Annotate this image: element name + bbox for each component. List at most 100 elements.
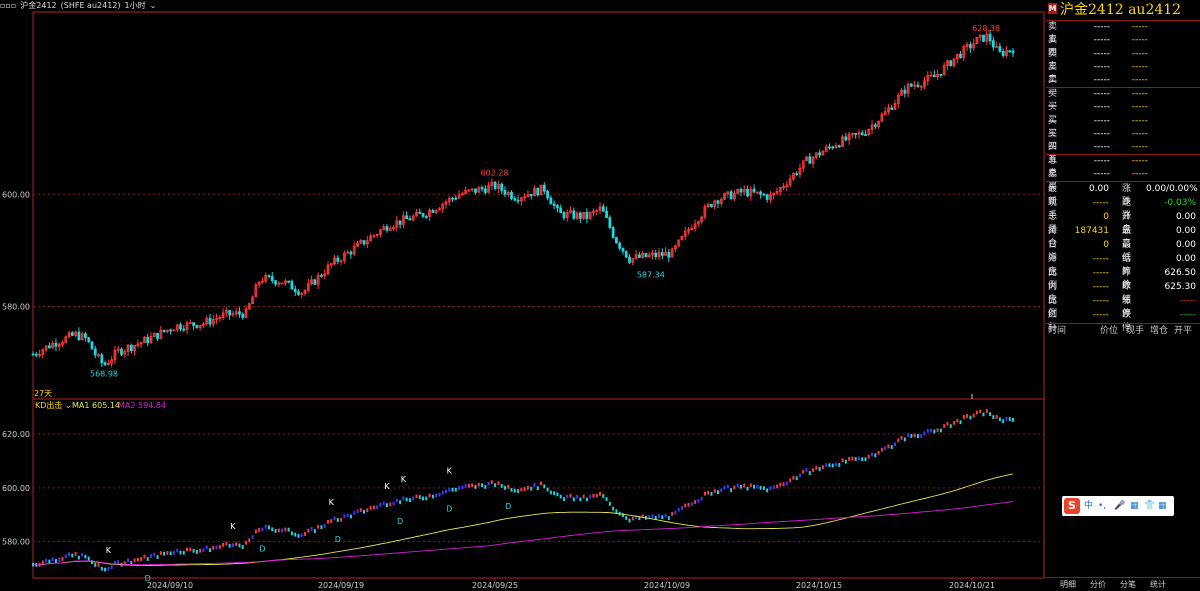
exchange-code: (SHFE au2412) — [60, 1, 121, 10]
indicator-bar — [503, 485, 506, 490]
indicator-bar — [235, 542, 238, 547]
indicator-bar — [307, 528, 310, 533]
ma2-legend: MA2 594.84 — [118, 401, 166, 410]
indicator-bar — [507, 484, 510, 489]
indicator-bar — [946, 421, 949, 426]
tick-list-header: 时间 价位 现手 增仓 开平 — [1046, 325, 1200, 337]
chevron-down-icon[interactable]: ⌄ — [150, 1, 157, 10]
divider — [1046, 323, 1200, 324]
candle-body — [418, 211, 422, 214]
candle-body — [624, 250, 628, 258]
indicator-bar — [844, 459, 847, 464]
kd-signal-label: D — [335, 535, 341, 544]
indicator-bar — [913, 433, 916, 438]
candle-body — [270, 276, 274, 282]
tab-price-distribution[interactable]: 分价 — [1090, 578, 1106, 591]
indicator-bar — [671, 512, 674, 516]
candle-body — [516, 199, 520, 202]
indicator-bar — [871, 452, 874, 457]
divider — [1046, 20, 1200, 21]
indicator-bar — [900, 435, 903, 440]
candle-body — [982, 34, 985, 42]
tab-tick-by-tick[interactable]: 分笔 — [1120, 578, 1136, 591]
indicator-bar — [592, 493, 595, 498]
ime-toolbar[interactable]: S 中 •, 🎤 ▦ 👕 ▦ — [1062, 496, 1174, 516]
indicator-bar — [753, 484, 756, 489]
indicator-bar — [297, 533, 300, 538]
indicator-bar — [887, 444, 890, 449]
kd-signal-label: D — [446, 505, 452, 514]
indicator-bar — [104, 567, 107, 572]
level-price: ----- — [1093, 142, 1110, 153]
indicator-bar — [930, 428, 933, 433]
indicator-bar — [356, 509, 359, 514]
level-volume: ----- — [1131, 22, 1148, 32]
indicator-bar — [841, 458, 844, 463]
indicator-bar — [743, 483, 746, 488]
indicator-bar — [107, 567, 110, 571]
indicator-bar — [526, 486, 529, 490]
indicator-bar — [77, 555, 80, 560]
level-price: ----- — [1093, 89, 1110, 99]
indicator-bar — [333, 516, 336, 521]
tick-header-volume: 现手 — [1126, 326, 1145, 336]
indicator-bar — [186, 547, 189, 552]
candle-body — [70, 332, 74, 336]
x-tick-label: 2024/10/15 — [796, 581, 842, 590]
indicator-bar — [274, 529, 277, 533]
skin-icon[interactable]: 👕 — [1144, 499, 1155, 513]
low-price-label: 568.98 — [90, 369, 118, 378]
level-volume: ----- — [1131, 61, 1148, 72]
candle-body — [293, 288, 297, 293]
indicator-bar — [209, 548, 211, 553]
indicator-bar — [215, 545, 218, 550]
candle-body — [959, 53, 962, 58]
punctuation-icon[interactable]: •, — [1098, 499, 1106, 513]
indicator-bar — [425, 496, 428, 501]
view-mode-icon[interactable]: ▫▫▫ — [0, 1, 16, 10]
indicator-bar — [346, 513, 349, 518]
candle-body — [546, 190, 549, 199]
indicator-bar — [435, 493, 438, 498]
candle-body — [611, 227, 615, 238]
indicator-bar — [536, 486, 539, 491]
candle-body — [844, 136, 848, 141]
candle-body — [667, 251, 671, 258]
tab-statistics[interactable]: 统计 — [1150, 578, 1166, 591]
toolbox-icon[interactable]: ▦ — [1158, 499, 1167, 513]
indicator-bar — [815, 466, 818, 470]
kline-chart[interactable]: 580.00 600.00 580.00 600.00 620.00 2024/09/10… — [0, 0, 1045, 591]
candle-body — [903, 89, 907, 94]
indicator-bar — [874, 453, 877, 458]
indicator-bar — [697, 499, 700, 503]
stat-value: ----- — [1092, 282, 1109, 292]
indicator-bar — [415, 494, 418, 499]
indicator-bar — [612, 506, 615, 511]
indicator-bar — [890, 445, 893, 449]
candle-body — [421, 213, 425, 217]
indicator-bar — [713, 489, 716, 493]
indicator-bar — [739, 484, 742, 489]
indicator-bar — [533, 483, 536, 487]
indicator-bar — [500, 484, 503, 488]
indicator-bar — [395, 498, 398, 503]
kd-signal-label: D — [397, 517, 403, 526]
indicator-bar — [920, 434, 923, 438]
indicator-bar — [569, 493, 572, 498]
indicator-bar — [730, 488, 733, 492]
indicator-bar — [749, 483, 752, 488]
indicator-bar — [84, 554, 87, 559]
period-selector[interactable]: 1小时 — [125, 1, 146, 10]
candle-body — [162, 329, 166, 332]
tab-details[interactable]: 明细 — [1060, 578, 1076, 591]
microphone-icon[interactable]: 🎤 — [1114, 499, 1125, 513]
keyboard-icon[interactable]: ▦ — [1130, 499, 1139, 513]
indicator-bar — [474, 485, 477, 489]
level-price: ----- — [1093, 75, 1110, 86]
sogou-logo-icon[interactable]: S — [1064, 498, 1080, 514]
level-price: ----- — [1093, 102, 1110, 113]
level-volume: ----- — [1131, 142, 1148, 153]
indicator-bar — [71, 553, 74, 558]
chinese-mode-icon[interactable]: 中 — [1084, 499, 1093, 513]
indicator-bar — [684, 503, 687, 508]
